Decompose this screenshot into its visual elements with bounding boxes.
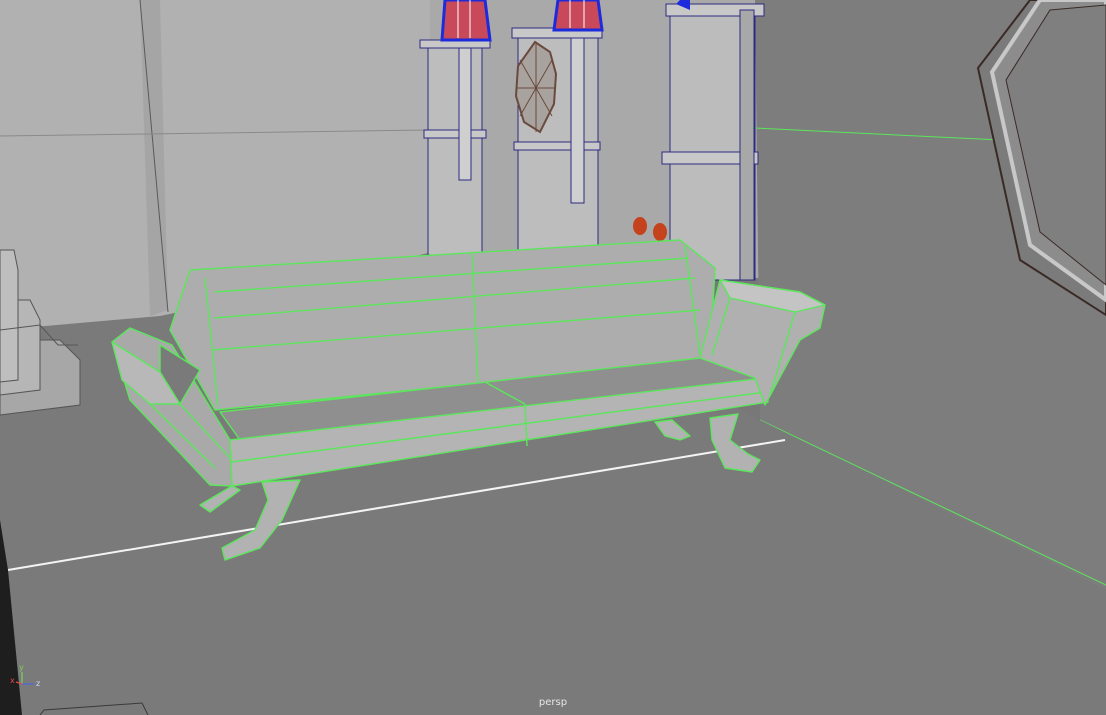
stained-window-2[interactable] <box>552 0 604 32</box>
axis-x-label: x <box>10 676 15 685</box>
camera-name-label: persp <box>538 697 568 708</box>
perspective-viewport[interactable]: y x z persp <box>0 0 1106 715</box>
axis-gizmo-lines <box>15 672 34 685</box>
axis-z-label: z <box>36 679 41 688</box>
axis-y-label: y <box>19 663 24 672</box>
axis-gizmo: y x z <box>10 664 46 694</box>
scene-canvas[interactable] <box>0 0 1106 715</box>
column-3[interactable] <box>661 0 765 281</box>
stained-window-1[interactable] <box>440 0 492 42</box>
column-1[interactable] <box>419 39 491 256</box>
